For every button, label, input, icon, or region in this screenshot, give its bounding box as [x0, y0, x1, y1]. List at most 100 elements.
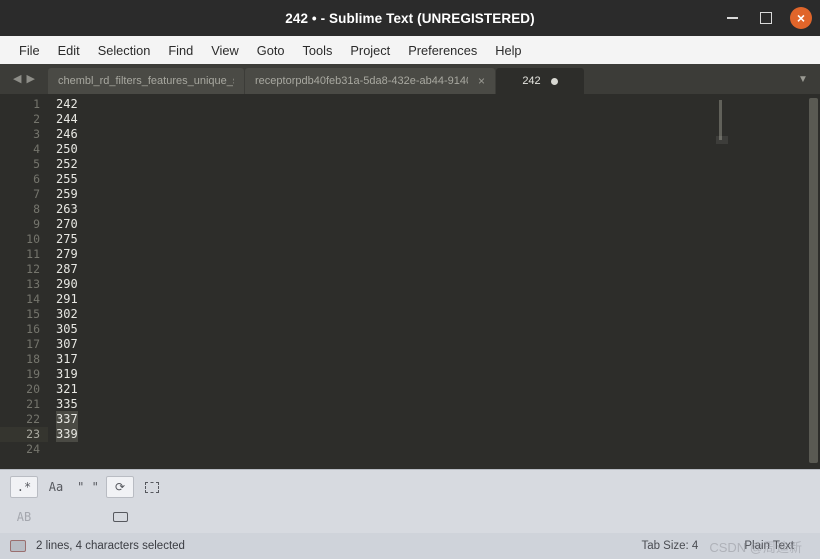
- menu-item-find[interactable]: Find: [159, 40, 202, 61]
- context-rect-icon: [112, 512, 128, 522]
- code-line[interactable]: 246: [48, 127, 710, 142]
- menu-item-preferences[interactable]: Preferences: [399, 40, 486, 61]
- code-line[interactable]: 242: [48, 97, 710, 112]
- gutter-line[interactable]: 15: [0, 307, 48, 322]
- gutter-line[interactable]: 5: [0, 157, 48, 172]
- sidebar-toggle-icon[interactable]: [10, 540, 26, 552]
- code-line[interactable]: 259: [48, 187, 710, 202]
- menu-item-project[interactable]: Project: [341, 40, 399, 61]
- regex-toggle[interactable]: .*: [10, 476, 38, 498]
- gutter-line[interactable]: 22: [0, 412, 48, 427]
- menu-item-tools[interactable]: Tools: [294, 40, 342, 61]
- minimap[interactable]: [710, 94, 802, 469]
- vertical-scrollbar[interactable]: [809, 98, 818, 463]
- code-line[interactable]: 339: [48, 426, 710, 442]
- tab-bar: ◀ ▶ chembl_rd_filters_features_unique_sc…: [0, 64, 820, 94]
- gutter-line[interactable]: 24: [0, 442, 48, 457]
- tab-chembl[interactable]: chembl_rd_filters_features_unique_sc: [48, 68, 244, 94]
- minimap-viewport[interactable]: [716, 136, 728, 144]
- gutter-line[interactable]: 4: [0, 142, 48, 157]
- wrap-toggle[interactable]: ⟳: [106, 476, 134, 498]
- menu-item-help[interactable]: Help: [486, 40, 530, 61]
- menu-item-file[interactable]: File: [10, 40, 49, 61]
- gutter-line[interactable]: 16: [0, 322, 48, 337]
- whole-word-toggle[interactable]: " ": [74, 476, 102, 498]
- gutter-line[interactable]: 18: [0, 352, 48, 367]
- tab-nav-arrows: ◀ ▶: [0, 64, 48, 94]
- code-line[interactable]: 321: [48, 382, 710, 397]
- code-line[interactable]: 263: [48, 202, 710, 217]
- status-bar: 2 lines, 4 characters selected Tab Size:…: [0, 533, 820, 559]
- gutter-line[interactable]: 19: [0, 367, 48, 382]
- window-title: 242 • - Sublime Text (UNREGISTERED): [285, 10, 535, 26]
- code-line[interactable]: [48, 442, 710, 457]
- selection-status: 2 lines, 4 characters selected: [36, 540, 185, 552]
- line-number-gutter: 1 2 3 4 5 6 7 8 9 10 11 12 13 14 15 16 17 18 19 20 21 22 23 24: [0, 94, 48, 469]
- chevron-down-icon[interactable]: ▼: [786, 64, 820, 94]
- window-controls: ×: [722, 0, 812, 36]
- tab-label: 242: [522, 75, 541, 87]
- code-line[interactable]: 244: [48, 112, 710, 127]
- code-line[interactable]: 335: [48, 397, 710, 412]
- syntax-status[interactable]: Plain Text: [744, 540, 794, 552]
- code-line[interactable]: 290: [48, 277, 710, 292]
- editor-area[interactable]: 1 2 3 4 5 6 7 8 9 10 11 12 13 14 15 16 17 18 19 20 21 22 23 24 …: [0, 94, 820, 469]
- find-options-row-2: AB: [10, 506, 134, 528]
- show-context-toggle[interactable]: [106, 506, 134, 528]
- code-line[interactable]: 279: [48, 247, 710, 262]
- code-line[interactable]: 250: [48, 142, 710, 157]
- tab-242[interactable]: 242: [496, 68, 584, 94]
- code-line[interactable]: 255: [48, 172, 710, 187]
- code-line[interactable]: 291: [48, 292, 710, 307]
- gutter-line[interactable]: 11: [0, 247, 48, 262]
- menu-bar: File Edit Selection Find View Goto Tools…: [0, 36, 820, 64]
- gutter-line[interactable]: 17: [0, 337, 48, 352]
- gutter-line[interactable]: 3: [0, 127, 48, 142]
- gutter-line[interactable]: 23: [0, 427, 48, 442]
- preserve-case-label: AB: [16, 510, 32, 524]
- code-line[interactable]: 275: [48, 232, 710, 247]
- tab-label: chembl_rd_filters_features_unique_sc: [58, 75, 234, 87]
- code-line[interactable]: 305: [48, 322, 710, 337]
- gutter-line[interactable]: 1: [0, 97, 48, 112]
- code-line[interactable]: 319: [48, 367, 710, 382]
- selected-text: 337: [56, 411, 78, 427]
- in-selection-toggle[interactable]: [138, 476, 166, 498]
- menu-item-edit[interactable]: Edit: [49, 40, 89, 61]
- code-line[interactable]: 302: [48, 307, 710, 322]
- case-sensitive-toggle[interactable]: Aa: [42, 476, 70, 498]
- gutter-line[interactable]: 6: [0, 172, 48, 187]
- status-right-group: Tab Size: 4 Plain Text: [641, 540, 820, 552]
- gutter-line[interactable]: 2: [0, 112, 48, 127]
- code-line[interactable]: 270: [48, 217, 710, 232]
- code-content[interactable]: 242 244 246 250 252 255 259 263 270 275 279 287 290 2…: [48, 94, 710, 469]
- gutter-line[interactable]: 14: [0, 292, 48, 307]
- gutter-line[interactable]: 21: [0, 397, 48, 412]
- unsaved-dot-icon: [550, 77, 558, 85]
- tab-size-status[interactable]: Tab Size: 4: [641, 540, 698, 552]
- tab-next-icon[interactable]: ▶: [27, 73, 35, 85]
- selected-text: 339: [56, 426, 78, 442]
- gutter-line[interactable]: 10: [0, 232, 48, 247]
- code-line[interactable]: 252: [48, 157, 710, 172]
- gutter-line[interactable]: 9: [0, 217, 48, 232]
- menu-item-selection[interactable]: Selection: [89, 40, 160, 61]
- menu-item-view[interactable]: View: [202, 40, 248, 61]
- code-line[interactable]: 317: [48, 352, 710, 367]
- gutter-line[interactable]: 7: [0, 187, 48, 202]
- gutter-line[interactable]: 20: [0, 382, 48, 397]
- maximize-button[interactable]: [756, 8, 776, 28]
- menu-item-goto[interactable]: Goto: [248, 40, 294, 61]
- tab-prev-icon[interactable]: ◀: [13, 73, 21, 85]
- close-button[interactable]: ×: [790, 7, 812, 29]
- gutter-line[interactable]: 8: [0, 202, 48, 217]
- code-line[interactable]: 287: [48, 262, 710, 277]
- close-icon[interactable]: ×: [478, 75, 485, 87]
- preserve-case-toggle[interactable]: AB: [10, 506, 38, 528]
- gutter-line[interactable]: 12: [0, 262, 48, 277]
- gutter-line[interactable]: 13: [0, 277, 48, 292]
- code-line[interactable]: 307: [48, 337, 710, 352]
- tab-receptorpdb[interactable]: receptorpdb40feb31a-5da8-432e-ab44-91405…: [245, 68, 495, 94]
- code-line[interactable]: 337: [48, 411, 710, 427]
- minimize-button[interactable]: [722, 8, 742, 28]
